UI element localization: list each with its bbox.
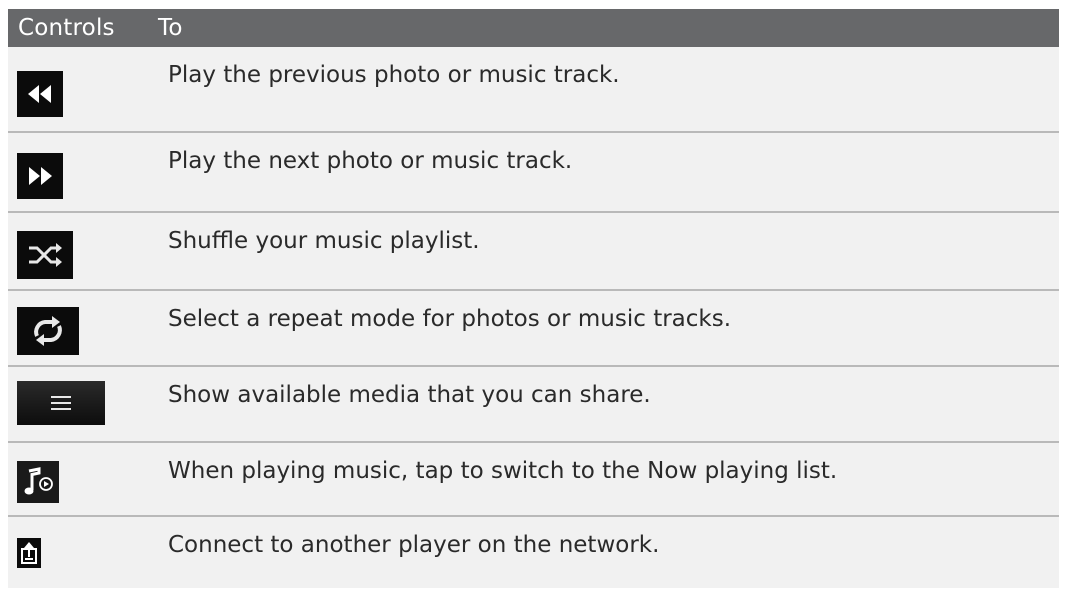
table-row: Show available media that you can share. [8,367,1059,443]
icon-cell [8,47,158,131]
row-description: Show available media that you can share. [168,382,651,408]
table-row: When playing music, tap to switch to the… [8,443,1059,517]
icon-cell [8,291,158,365]
row-description: Shuffle your music playlist. [168,228,480,254]
table-row: Connect to another player on the network… [8,517,1059,588]
header-to: To [158,15,183,41]
rewind-icon [17,71,63,117]
header-controls: Controls [18,15,115,41]
row-description: Connect to another player on the network… [168,532,660,558]
icon-cell [8,367,158,441]
row-description: When playing music, tap to switch to the… [168,458,838,484]
controls-table: Controls To Play the previous photo or m… [8,9,1059,588]
icon-cell [8,443,158,515]
icon-cell [8,213,158,289]
icon-cell [8,133,158,211]
table-row: Select a repeat mode for photos or music… [8,291,1059,367]
row-description: Select a repeat mode for photos or music… [168,306,732,332]
table-row: Play the previous photo or music track. [8,47,1059,133]
table-header: Controls To [8,9,1059,47]
now-playing-icon [17,461,59,503]
table-row: Play the next photo or music track. [8,133,1059,213]
icon-cell [8,517,158,588]
share-to-player-icon [17,538,41,568]
menu-icon [17,381,105,425]
repeat-icon [17,307,79,355]
table-row: Shuffle your music playlist. [8,213,1059,291]
row-description: Play the next photo or music track. [168,148,573,174]
row-description: Play the previous photo or music track. [168,62,620,88]
fast-forward-icon [17,153,63,199]
shuffle-icon [17,231,73,279]
